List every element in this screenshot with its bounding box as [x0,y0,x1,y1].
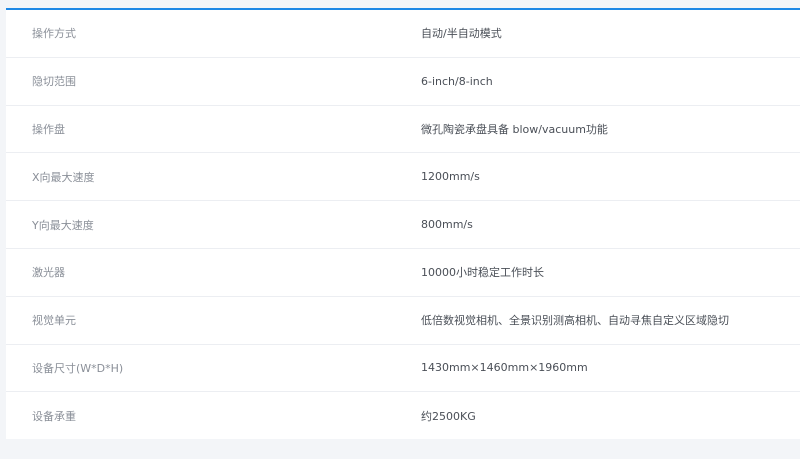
spec-row-weight: 设备承重 约2500KG [6,392,800,440]
spec-row-x-max-speed: X向最大速度 1200mm/s [6,153,800,202]
spec-label: X向最大速度 [32,170,95,184]
spec-value: 10000小时稳定工作时长 [421,266,544,280]
spec-value: 6-inch/8-inch [421,74,493,88]
spec-value: 1200mm/s [421,170,480,184]
spec-panel: 操作方式 自动/半自动模式 隐切范围 6-inch/8-inch 操作盘 微孔陶… [6,8,800,439]
spec-row-cutting-range: 隐切范围 6-inch/8-inch [6,58,800,106]
spec-value: 约2500KG [421,410,476,424]
spec-label: Y向最大速度 [32,218,94,232]
spec-label: 隐切范围 [32,75,76,89]
spec-value: 800mm/s [421,218,473,232]
spec-value: 自动/半自动模式 [421,27,502,41]
spec-row-operation-plate: 操作盘 微孔陶瓷承盘具备 blow/vacuum功能 [6,106,800,154]
spec-table: 操作方式 自动/半自动模式 隐切范围 6-inch/8-inch 操作盘 微孔陶… [6,10,800,440]
spec-value: 微孔陶瓷承盘具备 blow/vacuum功能 [421,122,608,136]
spec-value: 1430mm×1460mm×1960mm [421,361,588,375]
spec-label: 设备尺寸(W*D*H) [32,361,124,375]
spec-row-y-max-speed: Y向最大速度 800mm/s [6,201,800,249]
spec-row-dimensions: 设备尺寸(W*D*H) 1430mm×1460mm×1960mm [6,345,800,393]
spec-row-laser: 激光器 10000小时稳定工作时长 [6,249,800,297]
spec-label: 视觉单元 [32,314,76,328]
spec-label: 设备承重 [32,410,76,424]
spec-label: 激光器 [32,266,65,280]
spec-label: 操作方式 [32,27,76,41]
spec-row-operation-mode: 操作方式 自动/半自动模式 [6,10,800,58]
spec-label: 操作盘 [32,122,65,136]
spec-row-vision-unit: 视觉单元 低倍数视觉相机、全景识别测高相机、自动寻焦自定义区域隐切 [6,297,800,345]
spec-value: 低倍数视觉相机、全景识别测高相机、自动寻焦自定义区域隐切 [421,314,729,328]
